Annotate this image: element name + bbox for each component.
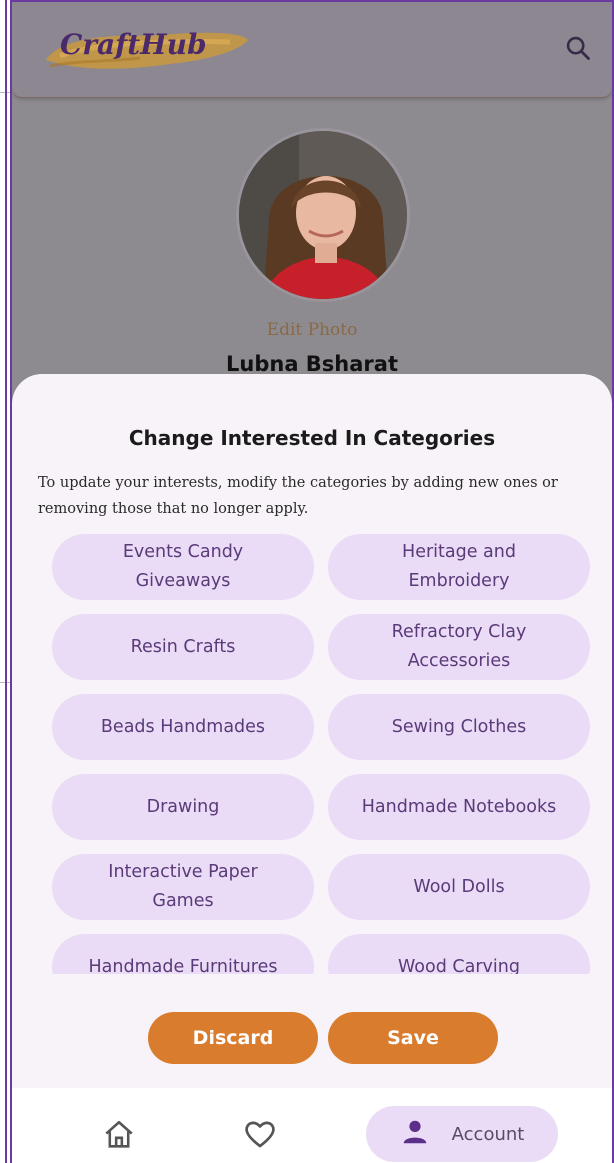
category-chip[interactable]: Drawing <box>52 774 314 840</box>
user-name: Lubna Bsharat <box>226 352 398 376</box>
category-chip[interactable]: Interactive Paper Games <box>52 854 314 920</box>
sheet-description: To update your interests, modify the cat… <box>38 475 558 517</box>
discard-button[interactable]: Discard <box>148 1012 318 1064</box>
category-chip[interactable]: Wool Dolls <box>328 854 590 920</box>
search-icon <box>564 34 592 66</box>
save-button[interactable]: Save <box>328 1012 498 1064</box>
nav-account-button[interactable]: Account <box>366 1106 558 1162</box>
app-bar: CraftHub <box>12 2 612 98</box>
sheet-title: Change Interested In Categories <box>128 426 496 450</box>
category-chip[interactable]: Handmade Notebooks <box>328 774 590 840</box>
category-chip[interactable]: Wood Carving <box>328 934 590 974</box>
category-chip[interactable]: Sewing Clothes <box>328 694 590 760</box>
bottom-nav-bar: Account <box>12 1088 612 1163</box>
categories-bottom-sheet: Change Interested In Categories To updat… <box>12 374 612 1094</box>
nav-account-label: Account <box>451 1123 525 1145</box>
nav-favorites-button[interactable] <box>242 1116 278 1152</box>
person-icon <box>400 1117 430 1151</box>
heart-icon <box>242 1121 278 1156</box>
category-chip[interactable]: Heritage and Embroidery <box>328 534 590 600</box>
categories-grid[interactable]: Events Candy Giveaways Heritage and Embr… <box>52 534 592 974</box>
logo-text: CraftHub <box>60 28 207 61</box>
category-chip[interactable]: Resin Crafts <box>52 614 314 680</box>
category-chip[interactable]: Beads Handmades <box>52 694 314 760</box>
edit-photo-link[interactable]: Edit Photo <box>12 320 612 340</box>
search-button[interactable] <box>562 34 594 66</box>
category-chip[interactable]: Events Candy Giveaways <box>52 534 314 600</box>
frame-outer-line <box>5 0 7 1163</box>
category-chip[interactable]: Refractory Clay Accessories <box>328 614 590 680</box>
category-chip[interactable]: Handmade Furnitures <box>52 934 314 974</box>
home-icon <box>102 1120 136 1156</box>
app-frame: CraftHub Edit Photo Lubna Bsharat Change… <box>10 0 614 1163</box>
profile-avatar[interactable] <box>236 128 410 302</box>
nav-home-button[interactable] <box>102 1118 136 1152</box>
